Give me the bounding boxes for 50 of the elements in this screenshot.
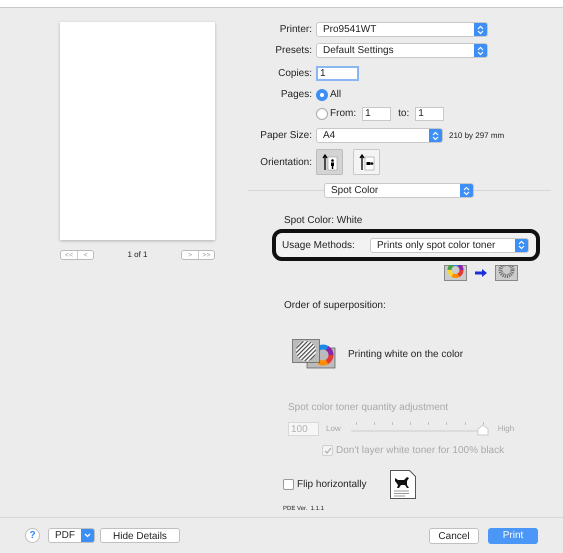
field-label: to: (398, 107, 410, 121)
cancel-button[interactable]: Cancel (429, 528, 479, 544)
from-page-field[interactable]: 1 (362, 106, 392, 120)
usage-methods-menu[interactable]: Prints only spot color toner (370, 238, 529, 252)
radio-button[interactable] (316, 88, 328, 100)
stepper-arrows-icon (432, 130, 439, 140)
radio-label: From: (330, 107, 356, 121)
slider-label: High (498, 423, 514, 435)
field-label: Orientation: (259, 156, 313, 170)
orientation-button[interactable] (316, 149, 343, 175)
printer-menu[interactable]: Pro9541WT (316, 22, 488, 37)
copies-field[interactable]: 1 (316, 66, 359, 81)
spot-color-label: Spot Color: White (284, 215, 362, 227)
color-toner-icon (444, 265, 467, 281)
slider-label: Low (326, 423, 341, 435)
field-label: Usage Methods: (282, 238, 356, 252)
field-label: Paper Size: (259, 129, 313, 143)
checkbox-label: Flip horizontally (297, 478, 366, 492)
orientation-button[interactable] (353, 149, 380, 175)
toner-result-icon (495, 265, 518, 281)
layer-order-icon (292, 339, 336, 369)
stepper-arrows-icon (518, 240, 525, 250)
hide-details-button[interactable]: Hide Details (100, 528, 180, 543)
field-label: Pages: (280, 88, 313, 102)
option-label: Printing white on the color (348, 348, 464, 362)
help-button[interactable]: ? (25, 528, 40, 543)
portrait-icon (322, 153, 338, 171)
document-icon (390, 470, 416, 499)
panel-menu[interactable]: Spot Color (324, 183, 474, 198)
section-label: Spot color toner quantity adjustment (288, 401, 448, 415)
arrow-right-icon (475, 269, 487, 277)
landscape-icon (358, 153, 374, 171)
section-label: Order of superposition: (284, 299, 386, 313)
stepper-arrows-icon (477, 46, 484, 56)
stepper-arrows-icon (477, 24, 484, 34)
chevron-down-icon (84, 533, 91, 538)
field-label: Printer: (278, 23, 313, 37)
radio-label: All (330, 88, 342, 102)
stepper-arrows-icon (463, 186, 470, 196)
radio-button[interactable] (316, 108, 328, 120)
pdf-menu-button[interactable]: PDF (48, 528, 95, 543)
field-label: Copies: (277, 67, 313, 81)
paper-dimensions: 210 by 297 mm (449, 130, 504, 142)
field-label: Presets: (274, 44, 313, 58)
paper-size-menu[interactable]: A4 (316, 128, 443, 143)
checkbox-label: Don't layer white toner for 100% black (336, 444, 504, 458)
checkbox[interactable] (283, 479, 294, 490)
to-page-field[interactable]: 1 (415, 106, 444, 120)
page-indicator: 1 of 1 (127, 249, 148, 261)
presets-menu[interactable]: Default Settings (316, 43, 488, 58)
